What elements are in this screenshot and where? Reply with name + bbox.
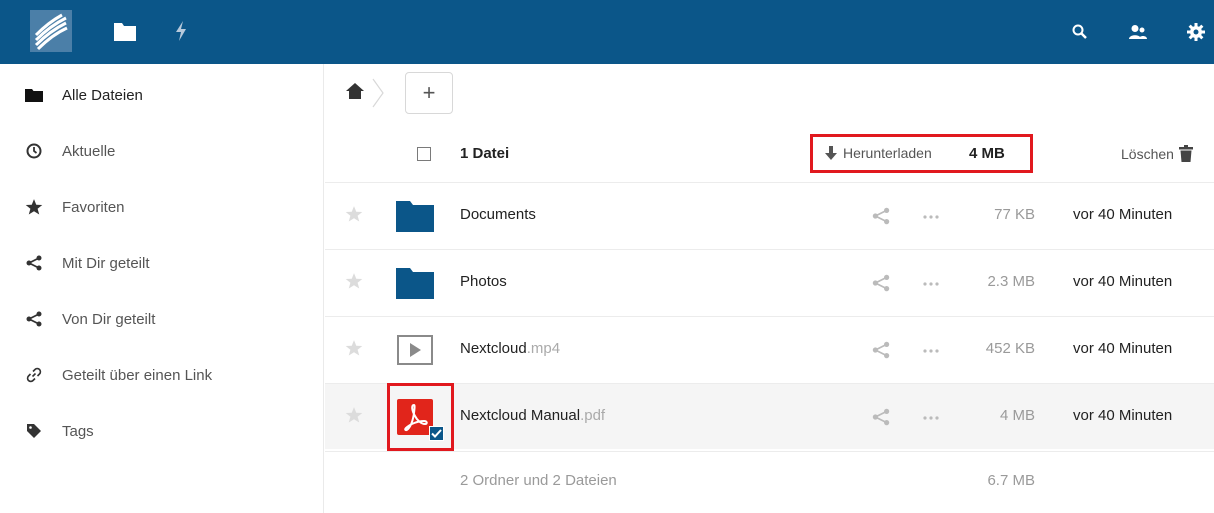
file-name[interactable]: Nextcloud Manual.pdf bbox=[460, 407, 605, 424]
sidebar-item-recent[interactable]: Aktuelle bbox=[0, 123, 323, 179]
sidebar-item-label: Mit Dir geteilt bbox=[62, 254, 150, 272]
selection-count: 1 Datei bbox=[460, 145, 510, 162]
table-row[interactable]: Nextcloud.mp4 452 KB vor 40 Minuten bbox=[325, 316, 1214, 382]
file-list-area: + 1 Datei Herunterladen 4 MB Löschen Doc… bbox=[325, 64, 1214, 513]
top-bar bbox=[0, 0, 1214, 64]
folder-icon bbox=[396, 264, 434, 302]
favorite-star-icon[interactable] bbox=[345, 406, 363, 424]
download-label: Herunterladen bbox=[843, 145, 932, 161]
sidebar: Alle Dateien Aktuelle Favoriten Mit Dir … bbox=[0, 64, 324, 513]
summary-text: 2 Ordner und 2 Dateien bbox=[460, 472, 617, 489]
video-file-icon bbox=[396, 331, 434, 369]
new-button[interactable]: + bbox=[405, 72, 453, 114]
clock-icon bbox=[24, 141, 44, 161]
tag-icon bbox=[24, 421, 44, 441]
logo-icon[interactable] bbox=[30, 10, 72, 52]
summary-size: 6.7 MB bbox=[987, 472, 1035, 489]
link-icon bbox=[24, 365, 44, 385]
sidebar-item-label: Alle Dateien bbox=[62, 86, 143, 104]
file-modified: vor 40 Minuten bbox=[1073, 407, 1173, 424]
sidebar-item-all-files[interactable]: Alle Dateien bbox=[0, 67, 323, 123]
folder-icon[interactable] bbox=[113, 20, 137, 42]
new-button-label: + bbox=[422, 80, 436, 105]
folder-icon bbox=[396, 197, 434, 235]
highlight-box bbox=[387, 383, 454, 451]
share-icon bbox=[24, 309, 44, 329]
file-size: 452 KB bbox=[985, 340, 1035, 357]
file-size: 77 KB bbox=[994, 206, 1035, 223]
lightning-icon[interactable] bbox=[174, 20, 188, 42]
file-list-summary: 2 Ordner und 2 Dateien 6.7 MB bbox=[325, 451, 1214, 511]
sidebar-item-tags[interactable]: Tags bbox=[0, 403, 323, 459]
trash-icon bbox=[1178, 145, 1193, 162]
sidebar-item-shared-by-link[interactable]: Geteilt über einen Link bbox=[0, 347, 323, 403]
file-modified: vor 40 Minuten bbox=[1073, 273, 1173, 290]
contacts-icon[interactable] bbox=[1128, 24, 1148, 40]
breadcrumb-separator bbox=[371, 78, 385, 108]
file-size: 4 MB bbox=[999, 407, 1035, 424]
sidebar-item-label: Favoriten bbox=[62, 198, 125, 216]
file-name[interactable]: Photos bbox=[460, 273, 507, 290]
sidebar-item-shared-with-you[interactable]: Mit Dir geteilt bbox=[0, 235, 323, 291]
favorite-star-icon[interactable] bbox=[345, 205, 363, 223]
table-row[interactable]: Documents 77 KB vor 40 Minuten bbox=[325, 182, 1214, 248]
share-icon[interactable] bbox=[872, 341, 890, 359]
home-icon[interactable] bbox=[345, 82, 365, 100]
file-modified: vor 40 Minuten bbox=[1073, 340, 1173, 357]
table-row[interactable]: Photos 2.3 MB vor 40 Minuten bbox=[325, 249, 1214, 315]
download-button[interactable]: Herunterladen bbox=[823, 145, 932, 161]
search-icon[interactable] bbox=[1072, 24, 1088, 40]
file-size: 2.3 MB bbox=[987, 273, 1035, 290]
selection-size: 4 MB bbox=[969, 145, 1005, 162]
share-icon[interactable] bbox=[872, 207, 890, 225]
file-list-header: 1 Datei Herunterladen 4 MB Löschen bbox=[325, 126, 1214, 182]
table-row[interactable]: Nextcloud Manual.pdf 4 MB vor 40 Minuten bbox=[325, 383, 1214, 451]
share-icon[interactable] bbox=[872, 274, 890, 292]
sidebar-item-label: Von Dir geteilt bbox=[62, 310, 156, 328]
favorite-star-icon[interactable] bbox=[345, 339, 363, 357]
file-modified: vor 40 Minuten bbox=[1073, 206, 1173, 223]
sidebar-item-label: Tags bbox=[62, 422, 94, 440]
sidebar-item-favorites[interactable]: Favoriten bbox=[0, 179, 323, 235]
file-name[interactable]: Documents bbox=[460, 206, 536, 223]
sidebar-item-label: Geteilt über einen Link bbox=[62, 366, 213, 384]
star-icon bbox=[24, 197, 44, 217]
delete-label: Löschen bbox=[1121, 145, 1174, 162]
select-all-checkbox[interactable] bbox=[417, 147, 431, 161]
favorite-star-icon[interactable] bbox=[345, 272, 363, 290]
sidebar-item-label: Aktuelle bbox=[62, 142, 116, 160]
settings-gear-icon[interactable] bbox=[1186, 22, 1206, 42]
download-icon bbox=[825, 146, 837, 160]
sidebar-item-shared-by-you[interactable]: Von Dir geteilt bbox=[0, 291, 323, 347]
share-icon[interactable] bbox=[872, 408, 890, 426]
share-icon bbox=[24, 253, 44, 273]
file-name[interactable]: Nextcloud.mp4 bbox=[460, 340, 560, 357]
delete-button[interactable]: Löschen bbox=[1121, 145, 1193, 162]
folder-icon bbox=[24, 85, 44, 105]
